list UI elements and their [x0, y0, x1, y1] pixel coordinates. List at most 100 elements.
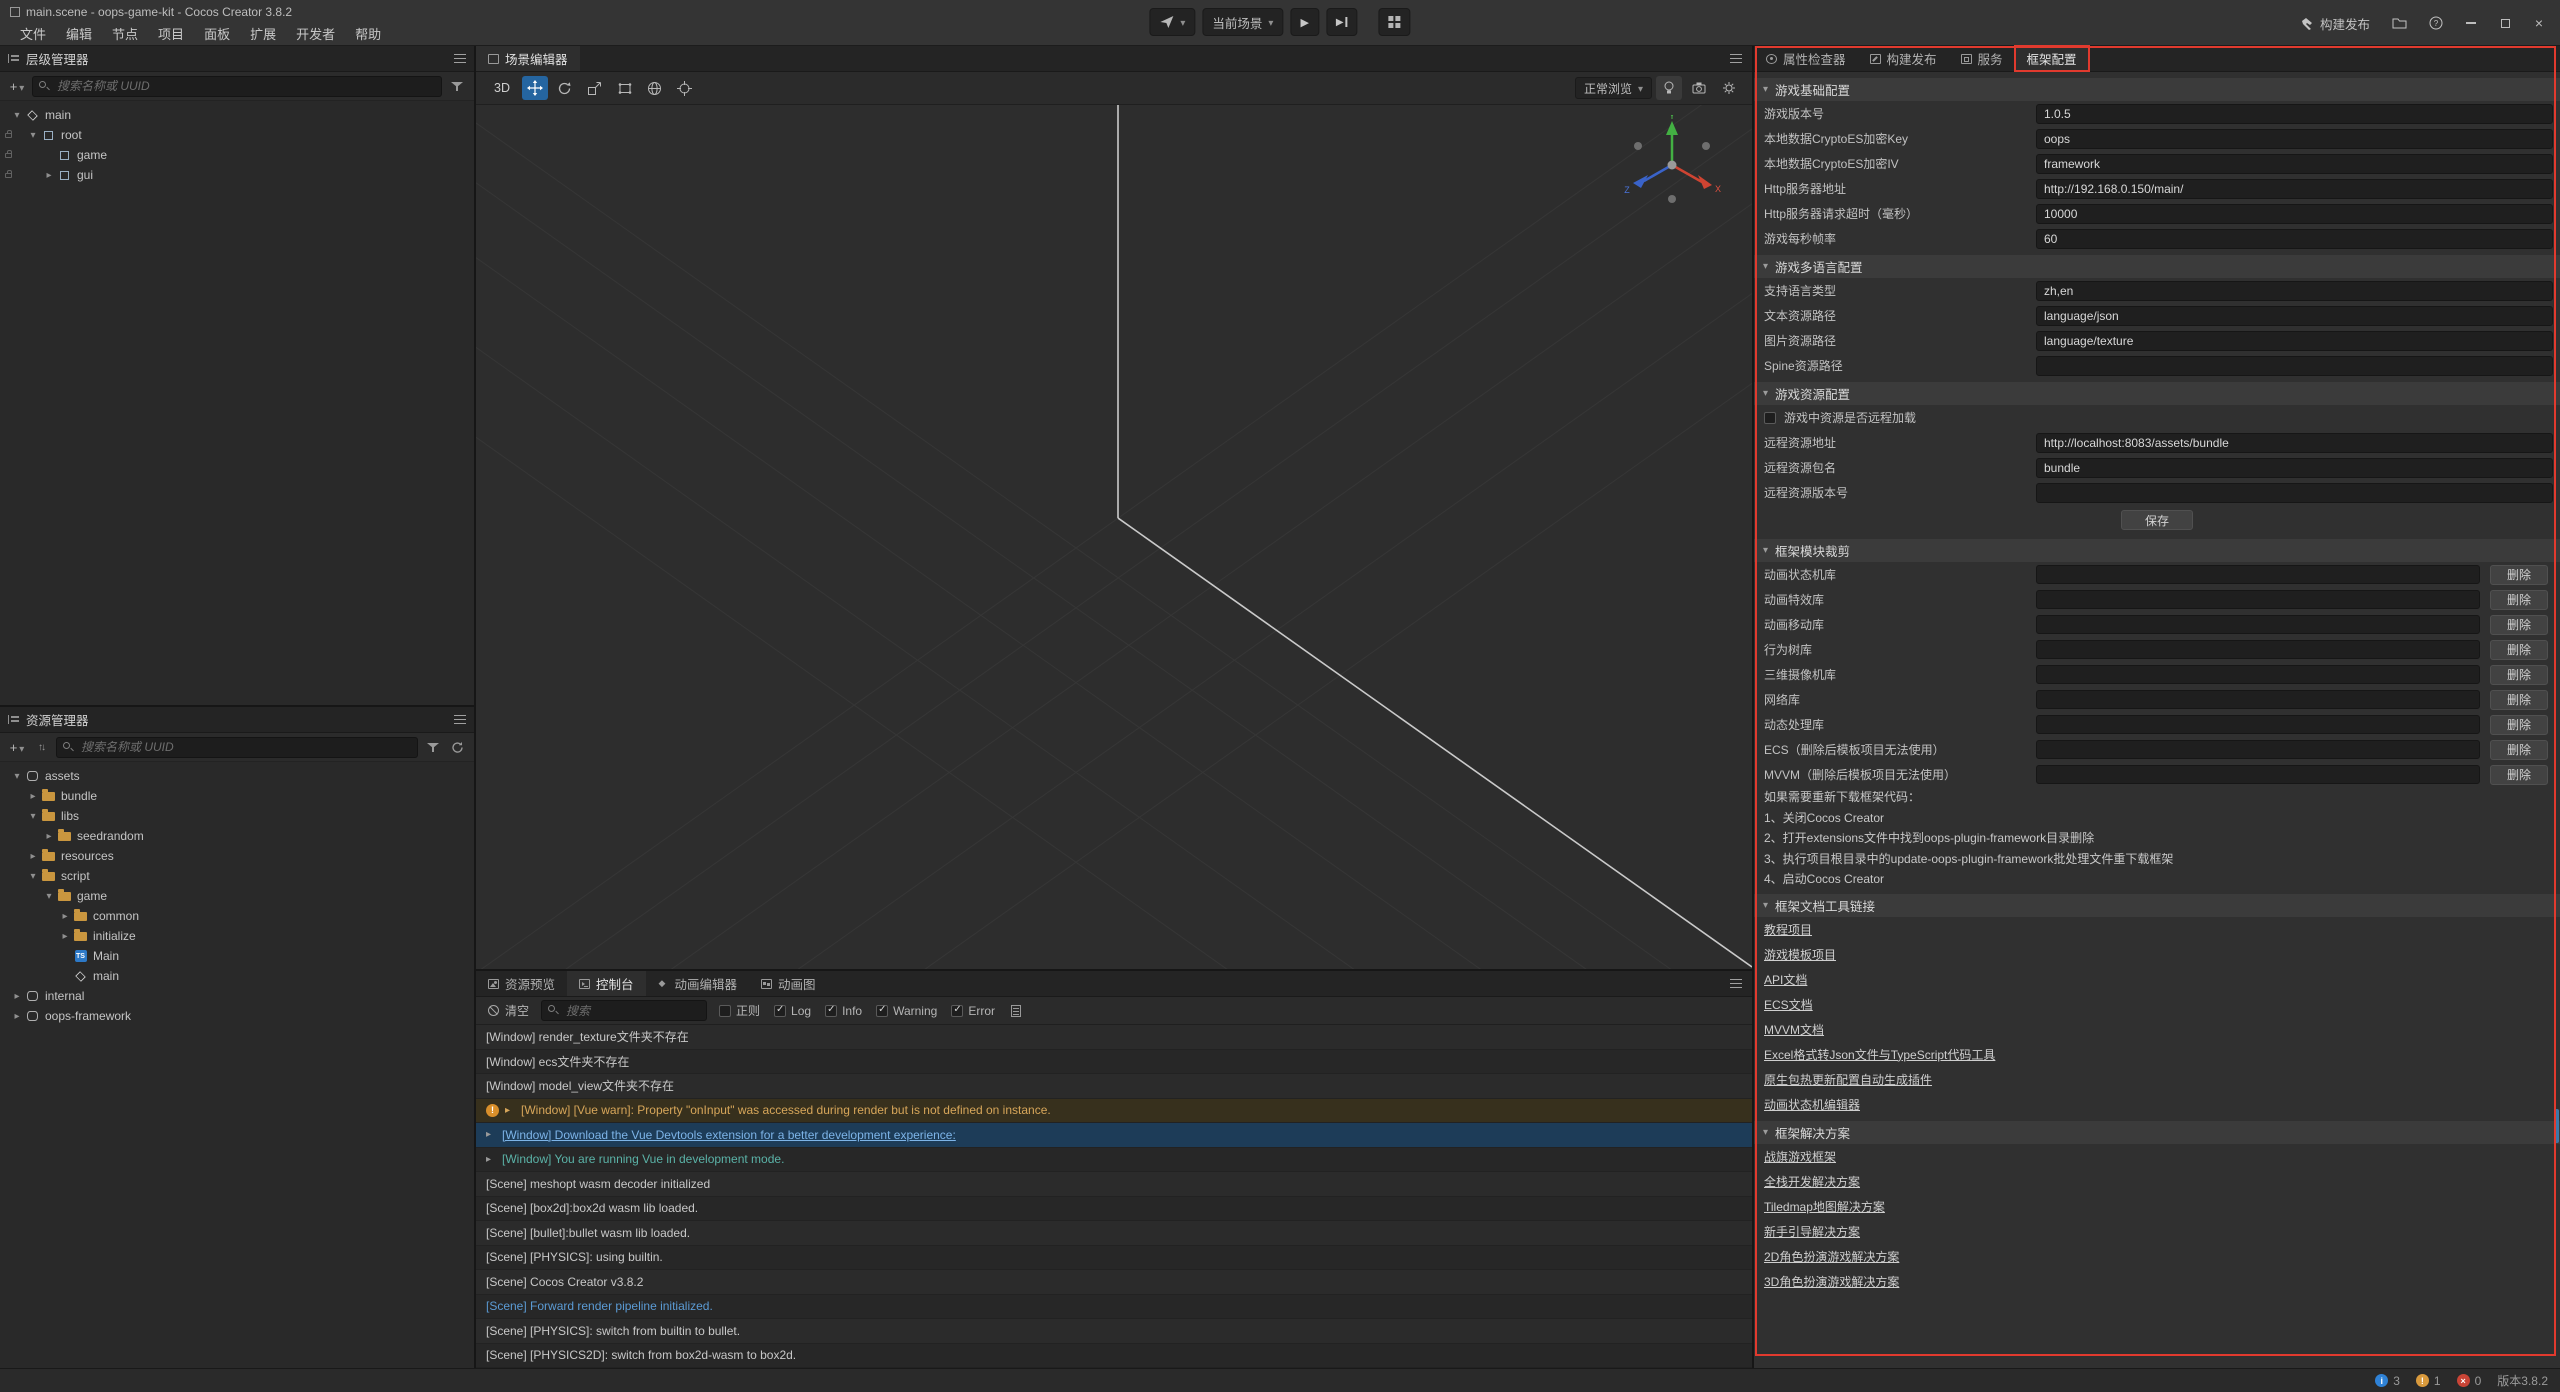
- console-log-row[interactable]: [Scene] [bullet]:bullet wasm lib loaded.: [476, 1221, 1752, 1246]
- assets-search-input[interactable]: [56, 737, 418, 758]
- tree-node-row[interactable]: common: [0, 906, 474, 926]
- sort-button[interactable]: ↑↓: [32, 737, 50, 757]
- play-button[interactable]: [1290, 8, 1318, 36]
- menu-item[interactable]: 扩展: [240, 24, 286, 43]
- doc-link[interactable]: 教程项目: [1764, 921, 1812, 938]
- console-log-row[interactable]: [Window] Download the Vue Devtools exten…: [476, 1123, 1752, 1148]
- expand-arrow-icon[interactable]: [26, 811, 40, 822]
- layout-button[interactable]: [1379, 8, 1411, 36]
- tree-node-row[interactable]: game: [0, 886, 474, 906]
- log-filter-checkbox[interactable]: Info: [825, 1002, 862, 1019]
- doc-link[interactable]: ECS文档: [1764, 996, 1813, 1013]
- console-log-row[interactable]: [Window] [Vue warn]: Property "onInput" …: [476, 1099, 1752, 1124]
- camera-settings-button[interactable]: [1686, 76, 1712, 100]
- inspector-tab[interactable]: 框架配置: [2015, 46, 2089, 71]
- tree-node-row[interactable]: assets: [0, 766, 474, 786]
- axis-gizmo[interactable]: Y X Z: [1622, 115, 1722, 215]
- create-asset-button[interactable]: +: [8, 737, 26, 757]
- section-header-modules[interactable]: 框架模块裁剪: [1754, 539, 2560, 562]
- doc-link[interactable]: 动画状态机编辑器: [1764, 1096, 1860, 1113]
- expand-caret-icon[interactable]: [486, 1154, 496, 1165]
- expand-arrow-icon[interactable]: [42, 891, 56, 902]
- field-input[interactable]: [2036, 129, 2553, 149]
- menu-item[interactable]: 项目: [148, 24, 194, 43]
- expand-arrow-icon[interactable]: [58, 931, 72, 942]
- move-tool-button[interactable]: [522, 76, 548, 100]
- tree-node-row[interactable]: main: [0, 105, 474, 125]
- tree-node-row[interactable]: Main: [0, 946, 474, 966]
- field-input[interactable]: [2036, 433, 2553, 453]
- save-button[interactable]: 保存: [2121, 510, 2193, 530]
- tree-node-row[interactable]: resources: [0, 846, 474, 866]
- tree-node-row[interactable]: main: [0, 966, 474, 986]
- menu-item[interactable]: 节点: [102, 24, 148, 43]
- tree-node-row[interactable]: gui: [0, 165, 474, 185]
- world-space-button[interactable]: [642, 76, 668, 100]
- doc-link[interactable]: Tiledmap地图解决方案: [1764, 1198, 1885, 1215]
- menu-item[interactable]: 开发者: [286, 24, 345, 43]
- warning-count-badge[interactable]: ! 1: [2416, 1374, 2441, 1388]
- hierarchy-search-input[interactable]: [32, 76, 442, 97]
- expand-arrow-icon[interactable]: [58, 911, 72, 922]
- inspector-tab[interactable]: 属性检查器: [1754, 46, 1858, 71]
- console-tab[interactable]: 动画编辑器: [646, 971, 750, 996]
- doc-link[interactable]: Excel格式转Json文件与TypeScript代码工具: [1764, 1046, 1995, 1063]
- expand-arrow-icon[interactable]: [26, 130, 40, 141]
- panel-menu-icon[interactable]: [1730, 979, 1742, 988]
- delete-module-button[interactable]: 删除: [2490, 615, 2548, 635]
- tree-node-row[interactable]: bundle: [0, 786, 474, 806]
- expand-arrow-icon[interactable]: [10, 1011, 24, 1022]
- menu-item[interactable]: 帮助: [345, 24, 391, 43]
- field-input[interactable]: [2036, 154, 2553, 174]
- panel-menu-icon[interactable]: [454, 54, 466, 63]
- filter-button[interactable]: [448, 76, 466, 96]
- filter-button[interactable]: [424, 737, 442, 757]
- collapse-logs-button[interactable]: [1007, 1001, 1025, 1021]
- minimize-button[interactable]: [2456, 0, 2486, 46]
- rotate-tool-button[interactable]: [552, 76, 578, 100]
- tree-node-row[interactable]: initialize: [0, 926, 474, 946]
- rect-tool-button[interactable]: [612, 76, 638, 100]
- section-header-basic[interactable]: 游戏基础配置: [1754, 78, 2560, 101]
- delete-module-button[interactable]: 删除: [2490, 740, 2548, 760]
- field-input[interactable]: [2036, 458, 2553, 478]
- menu-item[interactable]: 面板: [194, 24, 240, 43]
- inspector-tab[interactable]: 构建发布: [1858, 46, 1949, 71]
- expand-arrow-icon[interactable]: [10, 110, 24, 121]
- field-input[interactable]: [2036, 483, 2553, 503]
- inspector-tab[interactable]: 服务: [1949, 46, 2015, 71]
- log-filter-checkbox[interactable]: Log: [774, 1002, 811, 1019]
- console-log-row[interactable]: [Window] ecs文件夹不存在: [476, 1050, 1752, 1075]
- field-input[interactable]: [2036, 281, 2553, 301]
- expand-arrow-icon[interactable]: [10, 991, 24, 1002]
- log-filter-checkbox[interactable]: Error: [951, 1002, 995, 1019]
- open-project-folder-button[interactable]: [2383, 8, 2416, 38]
- expand-arrow-icon[interactable]: [26, 871, 40, 882]
- doc-link[interactable]: 新手引导解决方案: [1764, 1223, 1860, 1240]
- expand-arrow-icon[interactable]: [10, 771, 24, 782]
- console-log-row[interactable]: [Scene] Cocos Creator v3.8.2: [476, 1270, 1752, 1295]
- tree-node-row[interactable]: game: [0, 145, 474, 165]
- console-log-row[interactable]: [Window] You are running Vue in developm…: [476, 1148, 1752, 1173]
- section-header-resources[interactable]: 游戏资源配置: [1754, 382, 2560, 405]
- menu-item[interactable]: 编辑: [56, 24, 102, 43]
- preview-target-button[interactable]: [1149, 8, 1195, 36]
- step-button[interactable]: [1326, 8, 1358, 36]
- remote-load-checkbox[interactable]: [1764, 412, 1776, 424]
- delete-module-button[interactable]: 删除: [2490, 665, 2548, 685]
- console-log-row[interactable]: [Scene] Forward render pipeline initiali…: [476, 1295, 1752, 1320]
- console-tab[interactable]: 资源预览: [476, 971, 567, 996]
- console-tab[interactable]: 控制台: [567, 971, 646, 996]
- field-input[interactable]: [2036, 104, 2553, 124]
- field-input[interactable]: [2036, 204, 2553, 224]
- mode-3d-button[interactable]: 3D: [486, 76, 518, 100]
- refresh-button[interactable]: [448, 737, 466, 757]
- doc-link[interactable]: 3D角色扮演游戏解决方案: [1764, 1273, 1899, 1290]
- tree-node-row[interactable]: seedrandom: [0, 826, 474, 846]
- section-header-docs[interactable]: 框架文档工具链接: [1754, 894, 2560, 917]
- expand-caret-icon[interactable]: [505, 1105, 515, 1116]
- delete-module-button[interactable]: 删除: [2490, 765, 2548, 785]
- doc-link[interactable]: 游戏模板项目: [1764, 946, 1836, 963]
- console-log-row[interactable]: [Scene] [PHYSICS]: switch from builtin t…: [476, 1319, 1752, 1344]
- field-input[interactable]: [2036, 229, 2553, 249]
